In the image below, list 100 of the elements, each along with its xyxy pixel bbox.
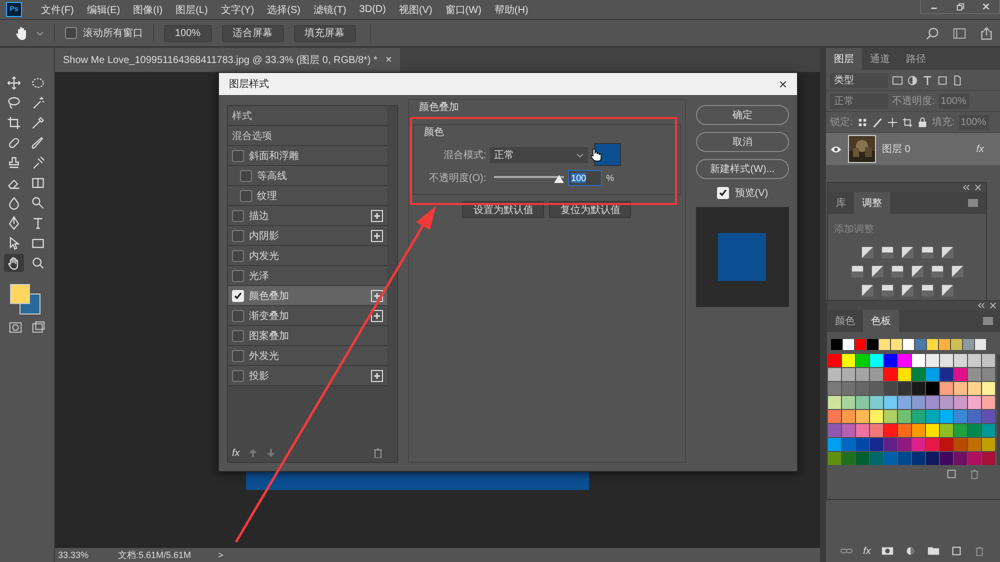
swatch[interactable] (940, 424, 953, 437)
style-item[interactable]: 渐变叠加 (228, 306, 388, 326)
eye-icon[interactable] (830, 144, 842, 154)
swatch[interactable] (856, 438, 869, 451)
swatch[interactable] (954, 452, 967, 465)
plus-icon[interactable] (371, 310, 384, 322)
lock-icon[interactable] (916, 116, 928, 128)
style-item[interactable]: 内发光 (228, 246, 388, 266)
style-item[interactable]: 光泽 (228, 266, 388, 286)
swatch[interactable] (939, 339, 950, 350)
swatch[interactable] (870, 354, 883, 367)
swatch[interactable] (828, 424, 841, 437)
menu-item[interactable]: 图层(L) (176, 2, 208, 16)
swatch[interactable] (867, 339, 878, 350)
menu-item[interactable]: 滤镜(T) (314, 2, 346, 16)
swatch[interactable] (870, 452, 883, 465)
swatch[interactable] (842, 382, 855, 395)
workspace-icon[interactable] (952, 26, 967, 40)
share-icon[interactable] (979, 26, 994, 40)
swatch[interactable] (912, 354, 925, 367)
adjustment-icon[interactable] (890, 265, 904, 278)
menu-item[interactable]: 窗口(W) (445, 2, 482, 16)
close-icon[interactable] (989, 302, 997, 309)
swatch[interactable] (884, 410, 897, 423)
close-icon[interactable] (974, 184, 982, 191)
link-icon[interactable] (840, 546, 854, 556)
checkbox[interactable] (232, 150, 244, 162)
adjustment-icon[interactable] (950, 265, 964, 278)
image-icon[interactable] (892, 74, 903, 86)
hand-icon[interactable] (4, 254, 24, 272)
swatch[interactable] (982, 438, 995, 451)
swatch[interactable] (940, 396, 953, 409)
checkbox[interactable] (232, 230, 244, 242)
swatch[interactable] (940, 410, 953, 423)
style-item[interactable]: 内阴影 (228, 226, 388, 246)
folder-icon[interactable] (926, 546, 940, 556)
adjustment-icon[interactable] (940, 246, 954, 259)
swatch[interactable] (898, 452, 911, 465)
swatch[interactable] (898, 396, 911, 409)
swatch[interactable] (926, 410, 939, 423)
dialog-button[interactable]: 新建样式(W)... (696, 159, 790, 179)
panel-tab[interactable]: 颜色 (827, 310, 863, 332)
swatch[interactable] (968, 410, 981, 423)
swatch[interactable] (870, 368, 883, 381)
adjustment-icon[interactable] (930, 265, 944, 278)
close-button[interactable]: × (778, 76, 787, 92)
swatch[interactable] (842, 368, 855, 381)
menu-item[interactable]: 编辑(E) (86, 2, 120, 16)
swatch[interactable] (954, 410, 967, 423)
swatch[interactable] (926, 396, 939, 409)
menu-item[interactable]: 文件(F) (41, 2, 74, 16)
swatch[interactable] (968, 452, 981, 465)
swatch[interactable] (926, 354, 939, 367)
swatch[interactable] (842, 424, 855, 437)
style-item[interactable]: 等高线 (228, 166, 388, 186)
style-item[interactable]: 图案叠加 (228, 326, 388, 346)
swatch[interactable] (926, 424, 939, 437)
adjustment-icon[interactable] (940, 284, 954, 297)
up-arrow-icon[interactable] (248, 448, 258, 458)
swatch[interactable] (951, 339, 962, 350)
swatch[interactable] (954, 438, 967, 451)
swatch[interactable] (940, 438, 953, 451)
adjustment-icon[interactable] (850, 265, 864, 278)
swatch[interactable] (842, 410, 855, 423)
panel-tab[interactable]: 图层 (826, 48, 862, 70)
swatch[interactable] (982, 396, 995, 409)
adjustment-icon[interactable] (860, 284, 874, 297)
menu-item[interactable]: 3D(D) (359, 4, 386, 15)
swatch[interactable] (842, 452, 855, 465)
swatch[interactable] (842, 396, 855, 409)
effects-button[interactable]: fx (863, 546, 871, 556)
swatch[interactable] (982, 452, 995, 465)
menu-item[interactable]: 帮助(H) (494, 2, 528, 16)
swatch[interactable] (828, 368, 841, 381)
swatch[interactable] (968, 368, 981, 381)
swatch[interactable] (828, 396, 841, 409)
swatch[interactable] (856, 396, 869, 409)
swatch[interactable] (926, 382, 939, 395)
swatch[interactable] (982, 410, 995, 423)
style-item[interactable]: 颜色叠加 (228, 286, 388, 306)
swatch[interactable] (884, 424, 897, 437)
adjustment-icon[interactable] (920, 284, 934, 297)
swatch[interactable] (927, 339, 938, 350)
swatch[interactable] (982, 424, 995, 437)
swatch[interactable] (870, 424, 883, 437)
panel-tab[interactable]: 色板 (863, 310, 899, 332)
swatch[interactable] (968, 424, 981, 437)
swatch[interactable] (963, 339, 974, 350)
style-item[interactable]: 混合选项 (228, 126, 388, 146)
swatch[interactable] (954, 396, 967, 409)
search-icon[interactable] (925, 26, 940, 40)
caret-icon[interactable] (36, 29, 44, 37)
swatch[interactable] (968, 438, 981, 451)
screen-mode-icon[interactable] (31, 320, 46, 335)
swatch[interactable] (912, 382, 925, 395)
swatch[interactable] (856, 424, 869, 437)
checkbox[interactable] (232, 370, 244, 382)
trash-icon[interactable] (373, 448, 384, 458)
adjustment-icon[interactable] (880, 246, 894, 259)
checkbox[interactable] (240, 170, 252, 182)
